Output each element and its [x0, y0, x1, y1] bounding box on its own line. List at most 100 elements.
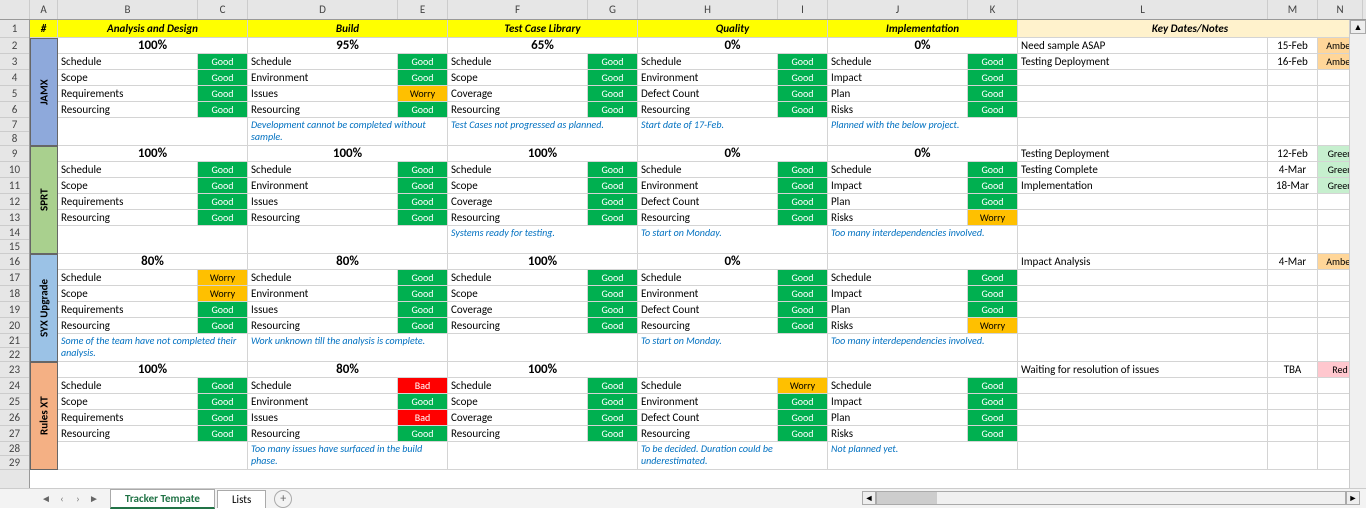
status-cell[interactable]: Good [398, 162, 448, 178]
status-cell[interactable]: Good [778, 70, 828, 86]
sheet-tab-tracker[interactable]: Tracker Tempate [110, 489, 215, 509]
status-cell[interactable]: Good [968, 302, 1018, 318]
status-cell[interactable]: Good [778, 178, 828, 194]
status-cell[interactable]: Good [778, 54, 828, 70]
note-build[interactable]: Development cannot be completed without … [248, 118, 448, 146]
label[interactable]: Resourcing [448, 102, 588, 118]
horizontal-scrollbar[interactable]: ◄ ► [862, 491, 1360, 505]
note-impl[interactable]: Too many interdependencies involved. [828, 334, 1018, 362]
label[interactable]: Environment [248, 178, 398, 194]
status-cell[interactable]: Good [968, 178, 1018, 194]
project-tab-rules-xt[interactable]: Rules XT [30, 362, 58, 470]
status-cell[interactable]: Good [588, 426, 638, 442]
status-cell[interactable]: Good [968, 194, 1018, 210]
row-header-1[interactable]: 1 [0, 20, 29, 38]
note-quality[interactable]: Start date of 17-Feb. [638, 118, 828, 146]
label[interactable]: Scope [448, 394, 588, 410]
status-cell[interactable]: Good [588, 54, 638, 70]
pct-Rules XT-build[interactable]: 80% [248, 362, 448, 378]
row-header-13[interactable]: 13 [0, 210, 29, 226]
status-cell[interactable]: Good [198, 378, 248, 394]
pct-Rules XT-analysis[interactable]: 100% [58, 362, 248, 378]
tab-last-icon[interactable]: ► [88, 492, 100, 505]
label[interactable]: Defect Count [638, 302, 778, 318]
header-build[interactable]: Build [248, 20, 448, 38]
status-cell[interactable]: Good [968, 70, 1018, 86]
status-cell[interactable]: Good [968, 102, 1018, 118]
status-cell[interactable]: Good [198, 162, 248, 178]
label[interactable]: Resourcing [638, 426, 778, 442]
row-header-4[interactable]: 4 [0, 70, 29, 86]
row-header-11[interactable]: 11 [0, 178, 29, 194]
keydate-date[interactable]: 15-Feb [1268, 38, 1318, 54]
pct-SYX Upgrade-build[interactable]: 80% [248, 254, 448, 270]
col-header-G[interactable]: G [588, 0, 638, 19]
scroll-right-icon[interactable]: ► [1346, 491, 1360, 505]
col-header-F[interactable]: F [448, 0, 588, 19]
pct-JAMX-analysis[interactable]: 100% [58, 38, 248, 54]
select-all-corner[interactable] [0, 0, 30, 19]
col-header-D[interactable]: D [248, 0, 398, 19]
pct-SPRT-build[interactable]: 100% [248, 146, 448, 162]
row-header-9[interactable]: 9 [0, 146, 29, 162]
row-header-21[interactable]: 21 [0, 334, 29, 348]
note-testlib[interactable] [448, 442, 638, 470]
status-cell[interactable]: Good [778, 394, 828, 410]
label[interactable]: Issues [248, 194, 398, 210]
status-cell[interactable]: Bad [398, 410, 448, 426]
label[interactable]: Resourcing [58, 210, 198, 226]
status-cell[interactable]: Good [588, 102, 638, 118]
label[interactable]: Scope [58, 178, 198, 194]
pct-JAMX-quality[interactable]: 0% [638, 38, 828, 54]
label[interactable]: Schedule [828, 270, 968, 286]
row-header-3[interactable]: 3 [0, 54, 29, 70]
status-cell[interactable]: Good [398, 286, 448, 302]
status-cell[interactable]: Good [778, 86, 828, 102]
row-header-24[interactable]: 24 [0, 378, 29, 394]
row-header-2[interactable]: 2 [0, 38, 29, 54]
tab-prev-icon[interactable]: ‹ [56, 492, 68, 505]
note-quality[interactable]: To start on Monday. [638, 334, 828, 362]
note-analysis[interactable] [58, 118, 248, 146]
label[interactable]: Scope [58, 286, 198, 302]
note-impl[interactable]: Not planned yet. [828, 442, 1018, 470]
pct-SYX Upgrade-quality[interactable]: 0% [638, 254, 828, 270]
label[interactable]: Environment [638, 394, 778, 410]
pct-SPRT-impl[interactable]: 0% [828, 146, 1018, 162]
status-cell[interactable]: Good [968, 270, 1018, 286]
row-header-15[interactable]: 15 [0, 240, 29, 254]
label[interactable]: Resourcing [638, 318, 778, 334]
label[interactable]: Scope [58, 70, 198, 86]
status-cell[interactable]: Good [588, 210, 638, 226]
status-cell[interactable]: Good [198, 194, 248, 210]
row-header-23[interactable]: 23 [0, 362, 29, 378]
keydate-date[interactable]: 4-Mar [1268, 162, 1318, 178]
status-cell[interactable]: Good [588, 286, 638, 302]
label[interactable]: Coverage [448, 302, 588, 318]
label[interactable]: Resourcing [638, 102, 778, 118]
row-header-12[interactable]: 12 [0, 194, 29, 210]
status-cell[interactable]: Good [588, 178, 638, 194]
status-cell[interactable]: Good [198, 210, 248, 226]
label[interactable]: Scope [58, 394, 198, 410]
label[interactable]: Defect Count [638, 194, 778, 210]
status-cell[interactable]: Good [968, 54, 1018, 70]
scroll-track[interactable] [876, 491, 1346, 505]
pct-SPRT-analysis[interactable]: 100% [58, 146, 248, 162]
label[interactable]: Schedule [58, 162, 198, 178]
pct-JAMX-testlib[interactable]: 65% [448, 38, 638, 54]
status-cell[interactable]: Good [398, 210, 448, 226]
label[interactable]: Plan [828, 86, 968, 102]
status-cell[interactable]: Bad [398, 378, 448, 394]
status-cell[interactable]: Good [968, 162, 1018, 178]
status-cell[interactable]: Good [778, 270, 828, 286]
pct-JAMX-build[interactable]: 95% [248, 38, 448, 54]
status-cell[interactable]: Good [398, 178, 448, 194]
status-cell[interactable]: Good [588, 378, 638, 394]
label[interactable]: Resourcing [58, 318, 198, 334]
status-cell[interactable]: Worry [198, 286, 248, 302]
label[interactable]: Impact [828, 70, 968, 86]
label[interactable]: Schedule [638, 162, 778, 178]
label[interactable]: Defect Count [638, 86, 778, 102]
label[interactable]: Impact [828, 286, 968, 302]
